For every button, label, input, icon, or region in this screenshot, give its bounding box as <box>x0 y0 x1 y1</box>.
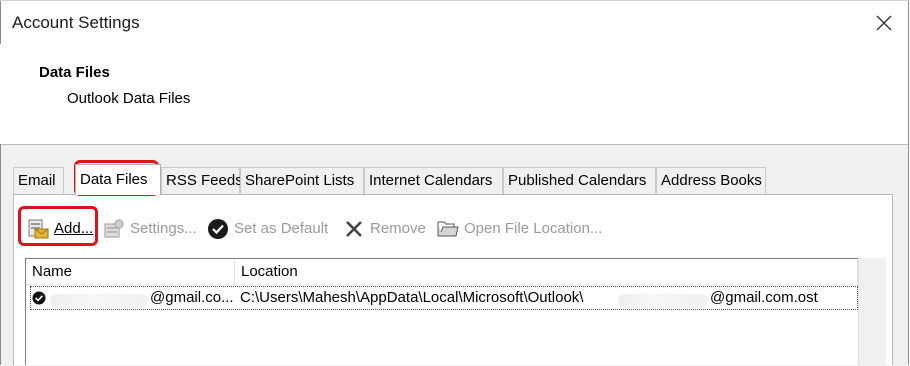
check-circle-icon <box>207 218 229 240</box>
add-label: Add... <box>54 220 94 237</box>
folder-open-icon <box>437 218 459 240</box>
set-as-default-button[interactable]: Set as Default <box>207 216 328 242</box>
settings-icon <box>103 218 125 240</box>
open-file-location-label: Open File Location... <box>464 220 603 237</box>
tab-rss-feeds[interactable]: RSS Feeds <box>161 167 243 194</box>
settings-label: Settings... <box>130 220 197 237</box>
add-button[interactable]: Add... <box>27 216 93 242</box>
row-location-suffix: @gmail.com.ost <box>710 289 818 306</box>
redacted-name <box>50 294 148 308</box>
close-icon[interactable] <box>870 9 898 37</box>
remove-x-icon <box>343 218 365 240</box>
data-files-list: Name Location @gmail.co... C:\Users\Mahe… <box>25 258 886 365</box>
tab-internet-calendars[interactable]: Internet Calendars <box>364 167 503 194</box>
default-check-icon <box>32 291 46 305</box>
settings-button[interactable]: Settings... <box>103 216 197 242</box>
tab-address-books[interactable]: Address Books <box>656 167 766 194</box>
section-title: Data Files <box>39 64 110 81</box>
tab-published-calendars[interactable]: Published Calendars <box>503 167 656 194</box>
vertical-scrollbar[interactable] <box>858 258 886 365</box>
column-header-location[interactable]: Location <box>235 259 858 285</box>
window-title: Account Settings <box>12 13 140 32</box>
remove-label: Remove <box>370 220 426 237</box>
row-location: C:\Users\Mahesh\AppData\Local\Microsoft\… <box>240 289 584 306</box>
set-as-default-label: Set as Default <box>234 220 329 237</box>
section-subtitle: Outlook Data Files <box>67 90 191 107</box>
column-header-name[interactable]: Name <box>26 259 235 285</box>
add-data-file-icon <box>27 218 49 240</box>
window-top-edge <box>0 0 910 1</box>
redacted-location <box>618 294 708 308</box>
tab-sharepoint-lists[interactable]: SharePoint Lists <box>240 167 364 194</box>
tab-data-files[interactable]: Data Files <box>75 164 161 195</box>
remove-button[interactable]: Remove <box>343 216 426 242</box>
row-name: @gmail.co... <box>150 289 234 306</box>
tab-email[interactable]: Email <box>13 167 64 194</box>
open-file-location-button[interactable]: Open File Location... <box>437 216 602 242</box>
